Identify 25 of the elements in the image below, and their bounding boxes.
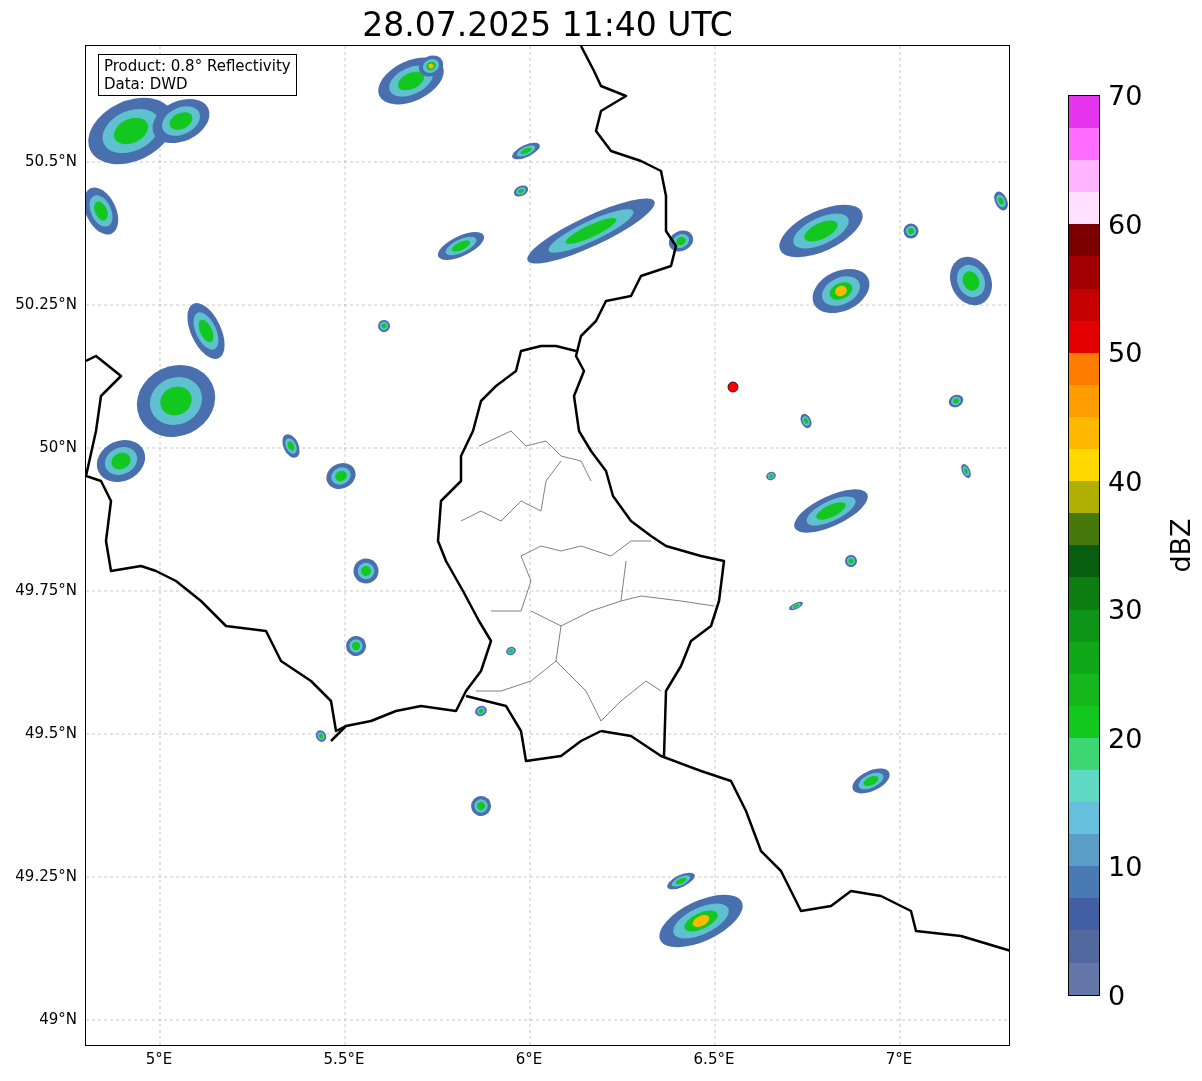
colorbar-label: dBZ xyxy=(1166,518,1194,573)
colorbar-tick-label: 40 xyxy=(1108,467,1143,495)
colorbar-tick-label: 50 xyxy=(1108,338,1143,366)
latitude-label: 50°N xyxy=(39,439,77,455)
longitude-label: 6°E xyxy=(515,1052,543,1067)
colorbar-tick-label: 70 xyxy=(1108,81,1143,109)
colorbar-tick-label: 60 xyxy=(1108,210,1143,238)
latitude-label: 49°N xyxy=(39,1011,77,1027)
latitude-label: 50.5°N xyxy=(24,153,77,169)
info-text: Product: 0.8° Reflectivity xyxy=(104,57,291,75)
colorbar-tick-label: 30 xyxy=(1108,595,1143,623)
longitude-label: 5°E xyxy=(145,1052,173,1067)
longitude-label: 7°E xyxy=(885,1052,913,1067)
latitude-label: 49.5°N xyxy=(24,725,77,741)
colorbar-tick-label: 10 xyxy=(1108,852,1143,880)
info-text: Data: DWD xyxy=(104,75,189,93)
latitude-label: 50.25°N xyxy=(15,296,77,312)
radar-site-marker xyxy=(727,381,739,393)
longitude-label: 6.5°E xyxy=(693,1052,735,1067)
chart-title: 28.07.2025 11:40 UTC xyxy=(362,5,733,45)
latitude-label: 49.25°N xyxy=(15,868,77,884)
longitude-label: 5.5°E xyxy=(323,1052,365,1067)
colorbar-tick-label: 20 xyxy=(1108,724,1143,752)
colorbar-tick-label: 0 xyxy=(1108,981,1126,1009)
latitude-label: 49.75°N xyxy=(15,582,77,598)
